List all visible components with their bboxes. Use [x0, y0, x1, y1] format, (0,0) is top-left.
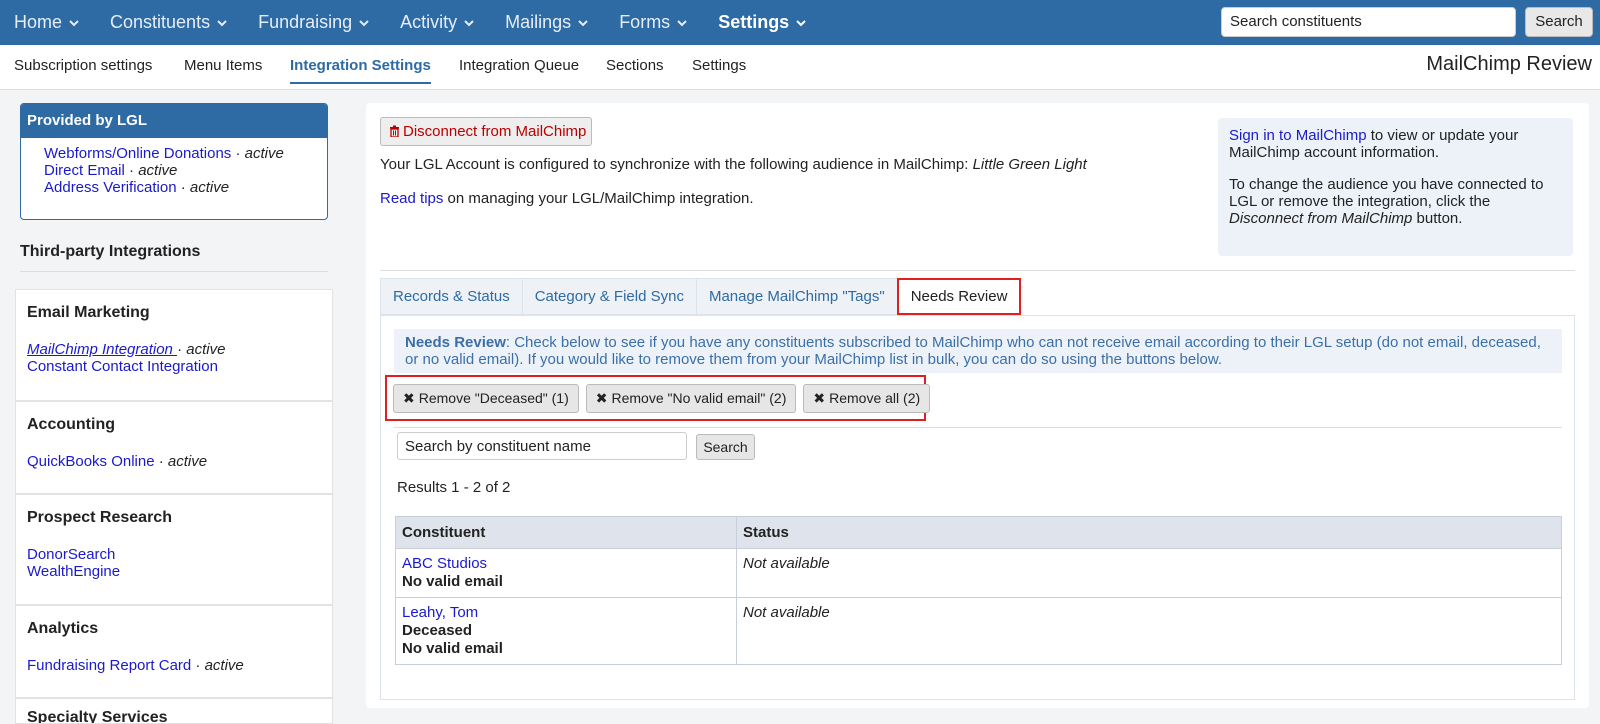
- sign-in-mailchimp-link[interactable]: Sign in to MailChimp: [1229, 127, 1367, 144]
- tab-bar: Records & Status Category & Field Sync M…: [380, 278, 1022, 315]
- list-item: Fundraising Report Card · active: [27, 657, 244, 674]
- nav-mailings[interactable]: Mailings: [505, 12, 589, 33]
- provided-by-lgl-title: Provided by LGL: [21, 104, 327, 138]
- chevron-down-icon: [359, 19, 369, 26]
- nav-activity[interactable]: Activity: [400, 12, 475, 33]
- chevron-down-icon: [578, 19, 588, 26]
- list-item: MailChimp Integration · active: [27, 341, 226, 358]
- nav-settings[interactable]: Settings: [718, 12, 807, 33]
- top-navigation: Home Constituents Fundraising Activity M…: [0, 0, 1600, 45]
- divider: [380, 270, 1575, 271]
- config-text: Your LGL Account is configured to synchr…: [380, 156, 1087, 173]
- fundraising-report-card-link[interactable]: Fundraising Report Card: [27, 657, 191, 674]
- subnav-integration-settings[interactable]: Integration Settings: [290, 57, 431, 84]
- list-item: Address Verification · active: [44, 179, 230, 196]
- status-cell: Not available: [736, 548, 1562, 598]
- mailchimp-integration-link[interactable]: MailChimp Integration: [27, 341, 177, 358]
- account-info-note: Sign in to MailChimp to view or update y…: [1218, 118, 1573, 256]
- list-item: Constant Contact Integration: [27, 358, 321, 375]
- column-header: Constituent: [395, 516, 737, 549]
- tab-records-status[interactable]: Records & Status: [380, 278, 522, 315]
- subnav-settings[interactable]: Settings: [692, 57, 746, 74]
- remove-no-valid-email-button[interactable]: ✖ Remove "No valid email" (2): [585, 384, 797, 413]
- prospect-research-panel: Prospect Research DonorSearch WealthEngi…: [15, 494, 333, 605]
- subnav-subscription-settings[interactable]: Subscription settings: [14, 57, 152, 74]
- constituent-link[interactable]: Leahy, Tom: [402, 604, 478, 621]
- close-icon: ✖: [813, 390, 826, 406]
- webforms-link[interactable]: Webforms/Online Donations: [44, 145, 231, 162]
- tab-manage-tags[interactable]: Manage MailChimp "Tags": [695, 278, 897, 315]
- flag-label: No valid email: [402, 640, 503, 657]
- subnav-integration-queue[interactable]: Integration Queue: [459, 57, 579, 74]
- needs-review-note: Needs Review: Check below to see if you …: [394, 329, 1562, 373]
- table-row: ABC Studios No valid email Not available: [395, 548, 1562, 598]
- table-row: Leahy, Tom Deceased No valid email Not a…: [395, 597, 1562, 665]
- third-party-integrations-heading: Third-party Integrations: [20, 243, 328, 272]
- specialty-services-panel: Specialty Services: [15, 698, 333, 724]
- trash-icon: [390, 125, 399, 138]
- constituent-link[interactable]: ABC Studios: [402, 555, 487, 572]
- disconnect-button[interactable]: Disconnect from MailChimp: [380, 117, 592, 146]
- subnav-sections[interactable]: Sections: [606, 57, 664, 74]
- tab-category-field-sync[interactable]: Category & Field Sync: [521, 278, 696, 315]
- audience-name: Little Green Light: [972, 156, 1087, 173]
- address-verification-link[interactable]: Address Verification: [44, 179, 177, 196]
- panel-title: Analytics: [27, 620, 99, 637]
- accounting-panel: Accounting QuickBooks Online · active: [15, 401, 333, 494]
- email-marketing-panel: Email Marketing MailChimp Integration · …: [15, 289, 333, 401]
- tips-text: Read tips on managing your LGL/MailChimp…: [380, 190, 754, 207]
- nav-fundraising[interactable]: Fundraising: [258, 12, 370, 33]
- panel-title: Email Marketing: [27, 304, 150, 321]
- read-tips-link[interactable]: Read tips: [380, 190, 443, 207]
- constant-contact-link[interactable]: Constant Contact Integration: [27, 358, 218, 375]
- remove-deceased-button[interactable]: ✖ Remove "Deceased" (1): [393, 384, 579, 413]
- wealthengine-link[interactable]: WealthEngine: [27, 563, 120, 580]
- name-search-button[interactable]: Search: [696, 434, 755, 460]
- list-item: DonorSearch: [27, 546, 321, 563]
- needs-review-panel: Needs Review: Check below to see if you …: [380, 315, 1575, 700]
- close-icon: ✖: [595, 390, 608, 406]
- mailchimp-review-card: Disconnect from MailChimp Your LGL Accou…: [366, 103, 1589, 708]
- remove-all-button[interactable]: ✖ Remove all (2): [803, 384, 931, 413]
- results-count: Results 1 - 2 of 2: [397, 479, 511, 496]
- constituent-name-search-input[interactable]: Search by constituent name: [397, 432, 687, 460]
- chevron-down-icon: [69, 19, 79, 26]
- panel-title: Specialty Services: [27, 709, 168, 724]
- quickbooks-link[interactable]: QuickBooks Online: [27, 453, 155, 470]
- flag-label: No valid email: [402, 573, 503, 590]
- donorsearch-link[interactable]: DonorSearch: [27, 546, 115, 563]
- status-cell: Not available: [736, 597, 1562, 665]
- results-table: Constituent Status ABC Studios No valid …: [395, 516, 1562, 665]
- chevron-down-icon: [217, 19, 227, 26]
- analytics-panel: Analytics Fundraising Report Card · acti…: [15, 605, 333, 698]
- flag-label: Deceased: [402, 622, 473, 639]
- nav-forms[interactable]: Forms: [619, 12, 688, 33]
- column-header: Status: [736, 516, 1562, 549]
- tab-needs-review[interactable]: Needs Review: [896, 278, 1022, 315]
- chevron-down-icon: [796, 19, 806, 26]
- panel-title: Accounting: [27, 416, 115, 433]
- direct-email-link[interactable]: Direct Email: [44, 162, 125, 179]
- constituent-search-input[interactable]: Search constituents: [1221, 7, 1516, 37]
- chevron-down-icon: [464, 19, 474, 26]
- list-item: Webforms/Online Donations · active: [44, 145, 284, 162]
- list-item: WealthEngine: [27, 563, 321, 580]
- page-title: MailChimp Review: [1426, 53, 1592, 75]
- divider: [394, 427, 1562, 428]
- chevron-down-icon: [677, 19, 687, 26]
- provided-by-lgl-box: Provided by LGL Webforms/Online Donation…: [20, 103, 328, 220]
- close-icon: ✖: [403, 390, 415, 406]
- nav-constituents[interactable]: Constituents: [110, 12, 228, 33]
- settings-subnav: Subscription settings Menu Items Integra…: [0, 45, 1600, 90]
- list-item: Direct Email · active: [44, 162, 178, 179]
- panel-title: Prospect Research: [27, 509, 172, 526]
- subnav-menu-items[interactable]: Menu Items: [184, 57, 262, 74]
- list-item: QuickBooks Online · active: [27, 453, 208, 470]
- bulk-remove-buttons: ✖ Remove "Deceased" (1) ✖ Remove "No valid…: [385, 375, 931, 421]
- search-button[interactable]: Search: [1525, 7, 1593, 37]
- nav-home[interactable]: Home: [14, 12, 80, 33]
